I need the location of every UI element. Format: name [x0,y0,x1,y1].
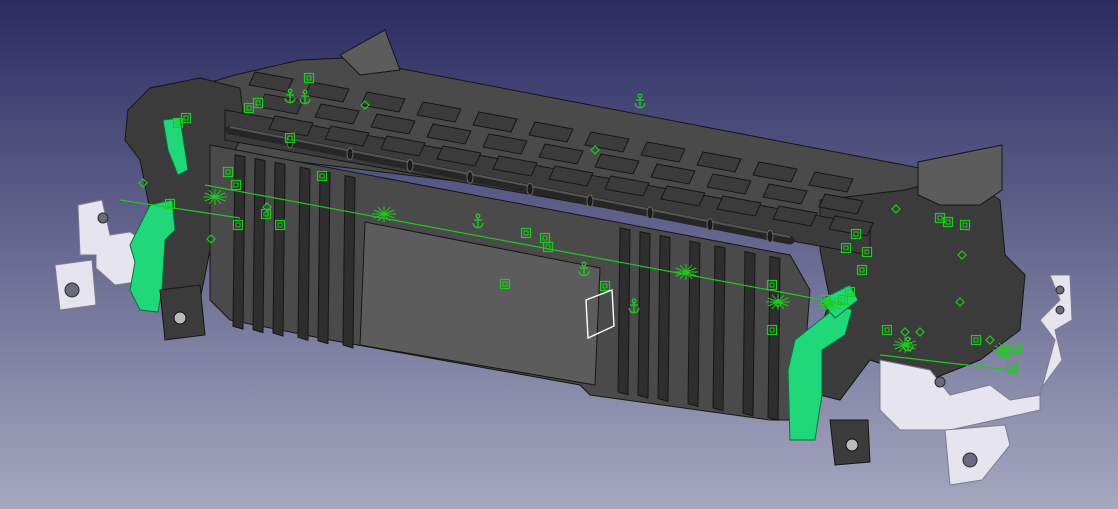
fuser-assembly-scene[interactable] [0,0,1118,509]
front-rib [317,170,331,345]
front-rib [617,227,631,396]
cad-3d-viewport[interactable] [0,0,1118,509]
roller-collar [766,229,774,243]
front-rib [687,240,701,408]
front-rib [657,234,671,403]
front-rib [297,166,311,341]
roller-collar [466,170,474,184]
left-foot-bracket [159,284,206,341]
roller-collar [526,182,534,196]
roller-collar [586,194,594,208]
front-rib [272,161,286,337]
right-foot-bracket [829,419,871,466]
roller-collar [406,159,414,173]
front-rib [712,245,726,412]
roller-collar [646,206,654,220]
roller-collar [346,147,354,161]
front-rib [342,175,356,349]
front-rib [742,251,756,417]
front-rib [252,157,266,334]
roller-collar [706,218,714,232]
front-rib [637,231,651,399]
